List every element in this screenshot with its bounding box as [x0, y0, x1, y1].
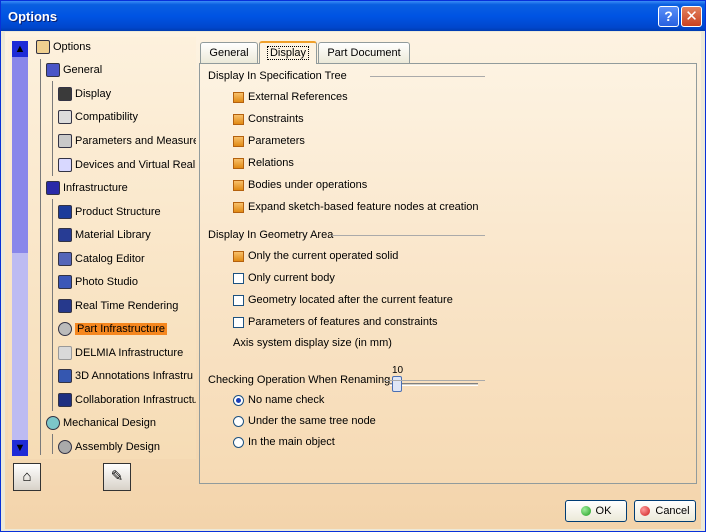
geometry-section-title: Display In Geometry Area [208, 229, 334, 241]
checkbox-indicator[interactable] [233, 272, 244, 284]
same-tree-node-radio[interactable]: Under the same tree node [233, 415, 376, 433]
expand-sketch-nodes-checkbox[interactable]: Expand sketch-based feature nodes at cre… [233, 201, 479, 219]
ok-button[interactable]: OK [565, 500, 627, 522]
external-references-checkbox[interactable]: External References [233, 91, 348, 109]
tree-item-parameters[interactable]: Parameters and Measure [58, 134, 196, 154]
mechanical-design-icon [46, 416, 60, 430]
parameters-of-features-checkbox[interactable]: Parameters of features and constraints [233, 316, 438, 334]
real-time-rendering-icon [58, 299, 72, 313]
spec-tree-section-title: Display In Specification Tree [208, 70, 347, 82]
tree-item-delmia-infrastructure[interactable]: DELMIA Infrastructure [58, 346, 183, 366]
tree-item-options[interactable]: Options [36, 40, 91, 60]
tree-item-product-structure[interactable]: Product Structure [58, 205, 161, 225]
tab-part-document[interactable]: Part Document [318, 42, 410, 63]
only-current-body-checkbox[interactable]: Only current body [233, 272, 335, 290]
display-panel: Display In Specification Tree External R… [199, 63, 697, 484]
checkbox-indicator[interactable] [233, 250, 244, 262]
checkbox-indicator[interactable] [233, 157, 244, 169]
annotations-icon [58, 369, 72, 383]
options-window: Options ? ✕ ▲ ▼ Options General Display [0, 0, 706, 532]
checkbox-indicator[interactable] [233, 113, 244, 125]
tree-item-display[interactable]: Display [58, 87, 111, 107]
cancel-button[interactable]: Cancel [634, 500, 696, 522]
catalog-editor-icon [58, 252, 72, 266]
checkbox-indicator[interactable] [233, 179, 244, 191]
general-icon [46, 63, 60, 77]
ok-icon [580, 506, 591, 517]
bodies-under-operations-checkbox[interactable]: Bodies under operations [233, 179, 367, 197]
axis-size-slider-thumb[interactable] [392, 376, 402, 392]
delmia-icon [58, 346, 72, 360]
geometry-after-current-feature-checkbox[interactable]: Geometry located after the current featu… [233, 294, 453, 312]
no-name-check-radio[interactable]: No name check [233, 394, 324, 412]
checkbox-indicator[interactable] [233, 91, 244, 103]
checkbox-indicator[interactable] [233, 201, 244, 213]
display-icon [58, 87, 72, 101]
reset-icon[interactable]: ✎ [103, 463, 131, 491]
parameters-icon [58, 134, 72, 148]
tree-item-infrastructure[interactable]: Infrastructure [46, 181, 128, 201]
tree-item-assembly-design[interactable]: Assembly Design [58, 440, 160, 459]
axis-size-value: 10 [392, 365, 404, 376]
tab-general[interactable]: General [200, 42, 258, 63]
home-icon[interactable]: ⌂ [13, 463, 41, 491]
axis-size-label: Axis system display size (in mm) [233, 337, 392, 349]
checkbox-indicator[interactable] [233, 135, 244, 147]
scroll-up-button[interactable]: ▲ [12, 41, 28, 57]
tree-item-material-library[interactable]: Material Library [58, 228, 151, 248]
tree-connector [40, 59, 41, 455]
only-current-operated-solid-checkbox[interactable]: Only the current operated solid [233, 250, 398, 268]
tree-connector [52, 434, 53, 454]
renaming-section-title: Checking Operation When Renaming [208, 374, 391, 386]
window-title: Options [8, 9, 58, 24]
cancel-icon [640, 506, 651, 517]
close-button[interactable]: ✕ [681, 6, 702, 27]
part-infrastructure-icon [58, 322, 72, 336]
radio-indicator[interactable] [233, 415, 244, 427]
tree-connector [52, 81, 53, 176]
assembly-design-icon [58, 440, 72, 454]
main-object-radio[interactable]: In the main object [233, 436, 335, 454]
help-button[interactable]: ? [658, 6, 679, 27]
options-icon [36, 40, 50, 54]
product-structure-icon [58, 205, 72, 219]
dialog-body: ▲ ▼ Options General Display Compatibilit… [5, 32, 701, 529]
tree-item-collaboration[interactable]: Collaboration Infrastructu [58, 393, 196, 413]
tree-item-part-infrastructure[interactable]: Part Infrastructure [58, 322, 168, 342]
tree-item-catalog-editor[interactable]: Catalog Editor [58, 252, 145, 272]
tree-item-real-time-rendering[interactable]: Real Time Rendering [58, 299, 178, 319]
checkbox-indicator[interactable] [233, 294, 244, 306]
section-divider [332, 235, 485, 236]
tree-item-photo-studio[interactable]: Photo Studio [58, 275, 138, 295]
photo-studio-icon [58, 275, 72, 289]
relations-checkbox[interactable]: Relations [233, 157, 294, 175]
radio-indicator[interactable] [233, 394, 244, 406]
checkbox-indicator[interactable] [233, 316, 244, 328]
title-bar[interactable]: Options ? ✕ [1, 1, 705, 31]
tree-item-devices[interactable]: Devices and Virtual Realit [58, 158, 196, 178]
compatibility-icon [58, 110, 72, 124]
constraints-checkbox[interactable]: Constraints [233, 113, 304, 131]
parameters-checkbox[interactable]: Parameters [233, 135, 305, 153]
tree-item-3d-annotations[interactable]: 3D Annotations Infrastru [58, 369, 193, 389]
radio-indicator[interactable] [233, 436, 244, 448]
section-divider [384, 380, 485, 381]
options-tree: ▲ ▼ Options General Display Compatibilit… [8, 37, 196, 459]
tree-scrollbar[interactable]: ▲ ▼ [12, 41, 28, 456]
tab-display[interactable]: Display [259, 41, 317, 64]
collaboration-icon [58, 393, 72, 407]
axis-size-slider-track[interactable] [390, 383, 478, 386]
infrastructure-icon [46, 181, 60, 195]
tree-item-general[interactable]: General [46, 63, 102, 83]
devices-icon [58, 158, 72, 172]
tree-connector [52, 199, 53, 411]
tree-item-mechanical-design[interactable]: Mechanical Design [46, 416, 156, 436]
scroll-thumb[interactable] [12, 57, 28, 253]
tree-item-compatibility[interactable]: Compatibility [58, 110, 138, 130]
material-library-icon [58, 228, 72, 242]
section-divider [370, 76, 485, 77]
scroll-down-button[interactable]: ▼ [12, 440, 28, 456]
